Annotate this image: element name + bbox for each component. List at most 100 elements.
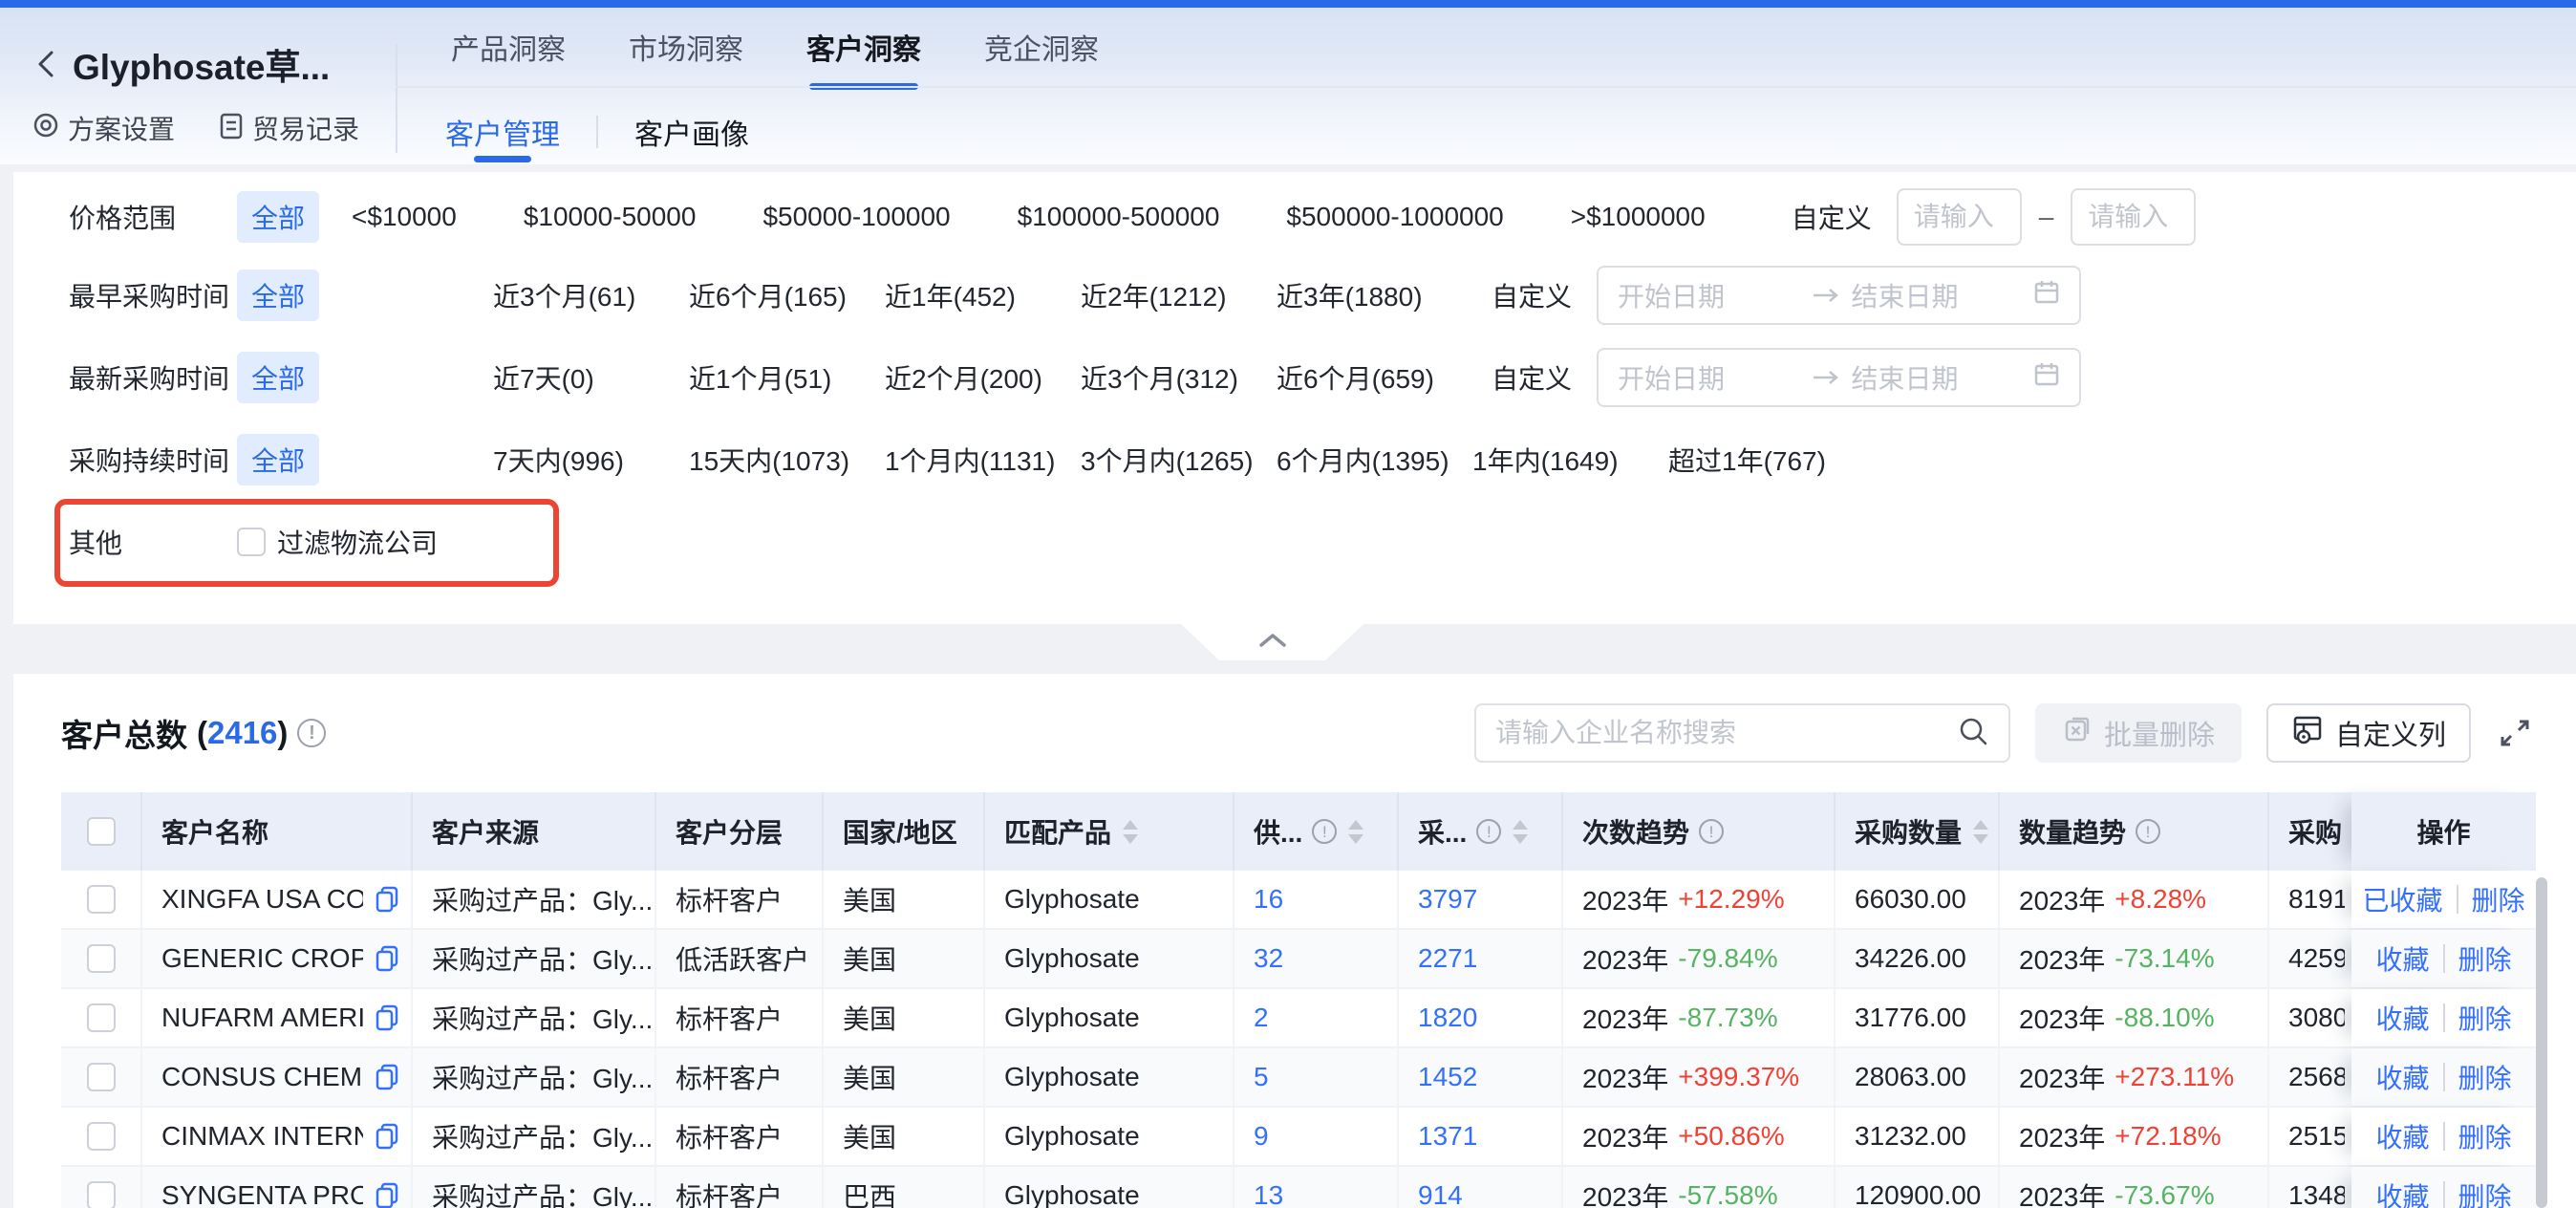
price-custom-label[interactable]: 自定义: [1792, 198, 1872, 236]
latest-date-range-picker[interactable]: 开始日期 结束日期: [1597, 348, 2081, 407]
row-checkbox[interactable]: [87, 944, 116, 973]
filter-option[interactable]: $100000-500000: [1018, 202, 1220, 232]
filter-option[interactable]: 近3年(1880): [1277, 276, 1472, 314]
filter-logistics-checkbox[interactable]: [237, 528, 266, 556]
row-checkbox[interactable]: [87, 1063, 116, 1091]
delete-link[interactable]: 删除: [2458, 1058, 2512, 1096]
main-tab[interactable]: 产品洞察: [445, 8, 571, 86]
subtab-customer-management[interactable]: 客户管理: [445, 107, 560, 157]
vertical-scrollbar-thumb[interactable]: [2536, 877, 2547, 1208]
supplier-count-link[interactable]: 5: [1234, 1048, 1399, 1106]
info-icon[interactable]: [2136, 819, 2160, 844]
info-icon[interactable]: [297, 719, 326, 747]
latest-custom-label[interactable]: 自定义: [1492, 358, 1572, 397]
favorite-link[interactable]: 收藏: [2375, 1176, 2429, 1208]
copy-icon[interactable]: [373, 1180, 401, 1208]
filter-option[interactable]: $50000-100000: [762, 202, 950, 232]
filter-option[interactable]: 近3个月(312): [1081, 358, 1277, 397]
row-checkbox[interactable]: [87, 1003, 116, 1032]
copy-icon[interactable]: [373, 884, 401, 915]
favorite-link[interactable]: 收藏: [2375, 999, 2429, 1037]
supplier-count-link[interactable]: 13: [1234, 1167, 1399, 1208]
filter-option[interactable]: 近1年(452): [885, 276, 1081, 314]
delete-link[interactable]: 删除: [2458, 1117, 2512, 1155]
main-tab[interactable]: 客户洞察: [801, 8, 927, 86]
latest-all-option[interactable]: 全部: [237, 352, 319, 403]
back-icon[interactable]: [32, 48, 61, 80]
filter-option[interactable]: >$1000000: [1571, 202, 1706, 232]
delete-link[interactable]: 删除: [2458, 999, 2512, 1037]
copy-icon[interactable]: [373, 1003, 401, 1033]
delete-link[interactable]: 删除: [2458, 939, 2512, 978]
filter-option[interactable]: 近6个月(659): [1277, 358, 1472, 397]
earliest-all-option[interactable]: 全部: [237, 270, 319, 321]
col-actions: 操作: [2351, 792, 2536, 871]
favorite-link[interactable]: 已收藏: [2362, 880, 2442, 918]
filter-option[interactable]: 近6个月(165): [689, 276, 885, 314]
filter-option[interactable]: 1个月内(1131): [885, 441, 1081, 479]
search-icon[interactable]: [1957, 715, 1989, 752]
supplier-count-link[interactable]: 9: [1234, 1108, 1399, 1165]
favorite-link[interactable]: 收藏: [2375, 1117, 2429, 1155]
filter-option[interactable]: $10000-50000: [524, 202, 697, 232]
col-matched-product[interactable]: 匹配产品: [985, 792, 1234, 871]
main-tab[interactable]: 市场洞察: [623, 8, 749, 86]
batch-delete-button[interactable]: 批量删除: [2035, 703, 2242, 763]
purchase-count-link[interactable]: 1371: [1399, 1108, 1563, 1165]
delete-link[interactable]: 删除: [2458, 1176, 2512, 1208]
info-icon[interactable]: [1699, 819, 1724, 844]
filter-option[interactable]: 近2年(1212): [1081, 276, 1277, 314]
fullscreen-icon[interactable]: [2496, 714, 2534, 752]
filter-option[interactable]: 15天内(1073): [689, 441, 885, 479]
purchase-count-link[interactable]: 1820: [1399, 989, 1563, 1046]
duration-all-option[interactable]: 全部: [237, 434, 319, 485]
col-purchase-quantity[interactable]: 采购数量: [1835, 792, 2000, 871]
filter-option[interactable]: 近1个月(51): [689, 358, 885, 397]
purchase-count-link[interactable]: 914: [1399, 1167, 1563, 1208]
earliest-date-range-picker[interactable]: 开始日期 结束日期: [1597, 266, 2081, 325]
subtab-customer-profile[interactable]: 客户画像: [634, 107, 749, 157]
trade-records-button[interactable]: 贸易记录: [219, 109, 359, 147]
copy-icon[interactable]: [373, 1062, 401, 1092]
main-tab[interactable]: 竞企洞察: [978, 8, 1105, 86]
supplier-count-link[interactable]: 16: [1234, 871, 1399, 928]
supplier-count-link[interactable]: 2: [1234, 989, 1399, 1046]
collapse-filters-handle[interactable]: [1181, 624, 1363, 660]
copy-icon[interactable]: [373, 1121, 401, 1152]
customize-columns-button[interactable]: 自定义列: [2266, 703, 2471, 763]
filter-option[interactable]: $500000-1000000: [1286, 202, 1503, 232]
supplier-count-link[interactable]: 32: [1234, 930, 1399, 987]
purchase-count-link[interactable]: 1452: [1399, 1048, 1563, 1106]
filter-option[interactable]: 6个月内(1395): [1277, 441, 1472, 479]
filter-option[interactable]: 近2个月(200): [885, 358, 1081, 397]
company-search-input[interactable]: [1495, 718, 1957, 748]
favorite-link[interactable]: 收藏: [2375, 1058, 2429, 1096]
times-trend-cell: 2023年 -57.58%: [1563, 1167, 1835, 1208]
app-header: Glyphosate草... 方案设置 贸易记录 产品洞察: [0, 8, 2576, 164]
row-checkbox[interactable]: [87, 885, 116, 914]
filter-option[interactable]: 7天内(996): [493, 441, 689, 479]
filter-option[interactable]: 1年内(1649): [1472, 441, 1668, 479]
favorite-link[interactable]: 收藏: [2375, 939, 2429, 978]
filter-option[interactable]: 3个月内(1265): [1081, 441, 1277, 479]
delete-link[interactable]: 删除: [2472, 880, 2525, 918]
scheme-settings-button[interactable]: 方案设置: [32, 109, 175, 147]
copy-icon[interactable]: [373, 943, 401, 974]
select-all-checkbox[interactable]: [87, 817, 116, 846]
filter-option[interactable]: <$10000: [352, 202, 457, 232]
earliest-custom-label[interactable]: 自定义: [1492, 276, 1572, 314]
filter-option[interactable]: 近3个月(61): [493, 276, 689, 314]
row-checkbox[interactable]: [87, 1122, 116, 1151]
price-max-input[interactable]: [2071, 188, 2196, 246]
customer-name: XINGFA USA CORPO: [161, 884, 363, 915]
price-min-input[interactable]: [1897, 188, 2022, 246]
purchase-count-link[interactable]: 2271: [1399, 930, 1563, 987]
filter-option[interactable]: 超过1年(767): [1668, 441, 1864, 479]
filter-option[interactable]: 近7天(0): [493, 358, 689, 397]
customer-tier-cell: 低活跃客户: [656, 930, 824, 987]
price-all-option[interactable]: 全部: [237, 191, 319, 243]
col-supplier-count[interactable]: 供...: [1234, 792, 1399, 871]
purchase-count-link[interactable]: 3797: [1399, 871, 1563, 928]
col-purchase-count[interactable]: 采...: [1399, 792, 1563, 871]
row-checkbox[interactable]: [87, 1181, 116, 1208]
